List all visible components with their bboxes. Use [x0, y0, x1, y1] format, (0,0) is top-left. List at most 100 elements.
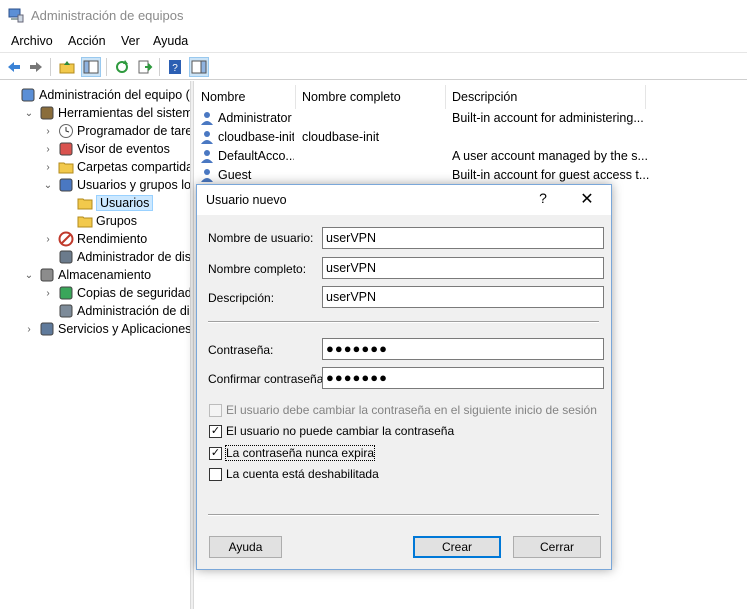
tree-node[interactable]: ⌄ Usuarios y grupos locale: [42, 176, 190, 194]
tree-node[interactable]: Administrador de dispo: [42, 248, 190, 266]
tree-node-label: Administración de disco: [77, 304, 190, 318]
forward-arrow-icon[interactable]: [26, 57, 46, 77]
close-button[interactable]: Cerrar: [513, 536, 601, 558]
tree-expander-icon[interactable]: ›: [42, 143, 54, 155]
dialog-divider: [208, 514, 599, 516]
checkmark-icon[interactable]: ✓: [209, 424, 222, 438]
tree-expander-icon[interactable]: ⌄: [42, 179, 54, 191]
tree-node[interactable]: › Servicios y Aplicaciones: [23, 320, 190, 338]
tree-expander-icon[interactable]: ›: [42, 233, 54, 245]
column-header-name[interactable]: Nombre: [195, 85, 296, 109]
fullname-field[interactable]: userVPN: [322, 257, 604, 279]
backup-icon: [58, 285, 74, 301]
tree-node-label: Administración del equipo (loc: [39, 88, 190, 102]
tree-node[interactable]: ⌄ Almacenamiento: [23, 266, 151, 284]
fullname-label: Nombre completo:: [208, 262, 307, 276]
back-arrow-icon[interactable]: [4, 57, 24, 77]
title-bar: Administración de equipos: [0, 0, 747, 31]
checkbox-option[interactable]: ✓ La contraseña nunca expira: [209, 445, 376, 461]
folder-icon: [77, 195, 93, 211]
table-row[interactable]: Guest Built-in account for guest access t…: [195, 166, 747, 185]
computer-management-icon: [8, 8, 24, 23]
confirm-password-field[interactable]: ●●●●●●●: [322, 367, 604, 389]
tree-node[interactable]: Administración de disco: [42, 302, 190, 320]
menu-accion[interactable]: Acción: [68, 34, 106, 48]
checkbox-option[interactable]: ✓ El usuario no puede cambiar la contrase…: [209, 423, 454, 439]
column-header-description[interactable]: Descripción: [446, 85, 646, 109]
show-hide-action-pane-icon[interactable]: [189, 57, 209, 77]
cell-name: Administrator: [218, 111, 292, 125]
tree-node[interactable]: ⌄ Herramientas del sistema: [23, 104, 190, 122]
tree-expander-icon[interactable]: ›: [42, 125, 54, 137]
export-list-icon[interactable]: [135, 57, 155, 77]
tree-node[interactable]: › Rendimiento: [42, 230, 147, 248]
dialog-divider: [208, 321, 599, 323]
show-hide-tree-icon[interactable]: [81, 57, 101, 77]
help-button[interactable]: Ayuda: [209, 536, 282, 558]
checkbox-label: La contraseña nunca expira: [224, 445, 376, 461]
disk-icon: [58, 303, 74, 319]
dialog-help-button[interactable]: ?: [533, 190, 553, 210]
tree-expander-icon[interactable]: ⌄: [23, 269, 35, 281]
dialog-title-bar: Usuario nuevo ? ✕: [197, 185, 611, 215]
performance-icon: [58, 231, 74, 247]
tree-node-label: Usuarios: [96, 195, 154, 211]
column-header-fullname[interactable]: Nombre completo: [296, 85, 446, 109]
tree-node[interactable]: › Carpetas compartidas: [42, 158, 190, 176]
list-header: Nombre Nombre completo Descripción: [195, 85, 747, 109]
shared-folder-icon: [58, 159, 74, 175]
tree-expander-icon[interactable]: ›: [42, 287, 54, 299]
tree-node-label: Usuarios y grupos locale: [77, 178, 190, 192]
tree-node[interactable]: › Programador de tareas: [42, 122, 190, 140]
menu-ver[interactable]: Ver: [121, 34, 140, 48]
tree-node-label: Programador de tareas: [77, 124, 190, 138]
tree-expander-icon[interactable]: ›: [42, 161, 54, 173]
tree-node[interactable]: › Copias de seguridad de: [42, 284, 190, 302]
checkbox-label: El usuario no puede cambiar la contraseñ…: [226, 424, 455, 438]
description-field[interactable]: userVPN: [322, 286, 604, 308]
tree-node-label: Herramientas del sistema: [58, 106, 190, 120]
username-field[interactable]: userVPN: [322, 227, 604, 249]
event-viewer-icon: [58, 141, 74, 157]
password-field[interactable]: ●●●●●●●: [322, 338, 604, 360]
user-icon: [201, 169, 213, 182]
services-icon: [39, 321, 55, 337]
checkmark-icon[interactable]: ✓: [209, 446, 222, 460]
menu-ayuda[interactable]: Ayuda: [153, 34, 188, 48]
toolbar-separator: [159, 58, 160, 76]
tree-node[interactable]: › Visor de eventos: [42, 140, 170, 158]
checkbox-icon[interactable]: [209, 467, 222, 481]
up-folder-icon[interactable]: [57, 57, 77, 77]
pane-splitter[interactable]: [190, 81, 194, 609]
checkbox-option[interactable]: La cuenta está deshabilitada: [209, 466, 379, 482]
checkbox-option: El usuario debe cambiar la contraseña en…: [209, 402, 597, 418]
table-row[interactable]: DefaultAcco... A user account managed by …: [195, 147, 747, 166]
dialog-close-button[interactable]: ✕: [574, 189, 600, 211]
menu-archivo[interactable]: Archivo: [11, 34, 53, 48]
tree-node[interactable]: Usuarios: [61, 194, 154, 212]
toolbar-separator: [106, 58, 107, 76]
tree-expander-icon[interactable]: ⌄: [23, 107, 35, 119]
description-label: Descripción:: [208, 291, 275, 305]
refresh-icon[interactable]: [112, 57, 132, 77]
tree-node-label: Grupos: [96, 214, 137, 228]
help-icon[interactable]: ?: [165, 57, 185, 77]
new-user-dialog: Usuario nuevo ? ✕ Nombre de usuario: use…: [196, 184, 612, 570]
cell-name: Guest: [218, 168, 252, 182]
checkbox-label: El usuario debe cambiar la contraseña en…: [226, 403, 597, 417]
tree-node[interactable]: Administración del equipo (loc: [4, 86, 190, 104]
tree-node-label: Servicios y Aplicaciones: [58, 322, 190, 336]
tree-node-label: Rendimiento: [77, 232, 148, 246]
table-row[interactable]: cloudbase-init cloudbase-init: [195, 128, 747, 147]
create-button[interactable]: Crear: [413, 536, 501, 558]
tree-expander-icon[interactable]: ›: [23, 323, 35, 335]
tree-node[interactable]: Grupos: [61, 212, 137, 230]
cell-name: DefaultAcco...: [218, 149, 294, 163]
device-manager-icon: [58, 249, 74, 265]
checkbox-label: La cuenta está deshabilitada: [226, 467, 379, 481]
cell-description: A user account managed by the s...: [452, 149, 648, 163]
table-row[interactable]: Administrator Built-in account for admini…: [195, 109, 747, 128]
